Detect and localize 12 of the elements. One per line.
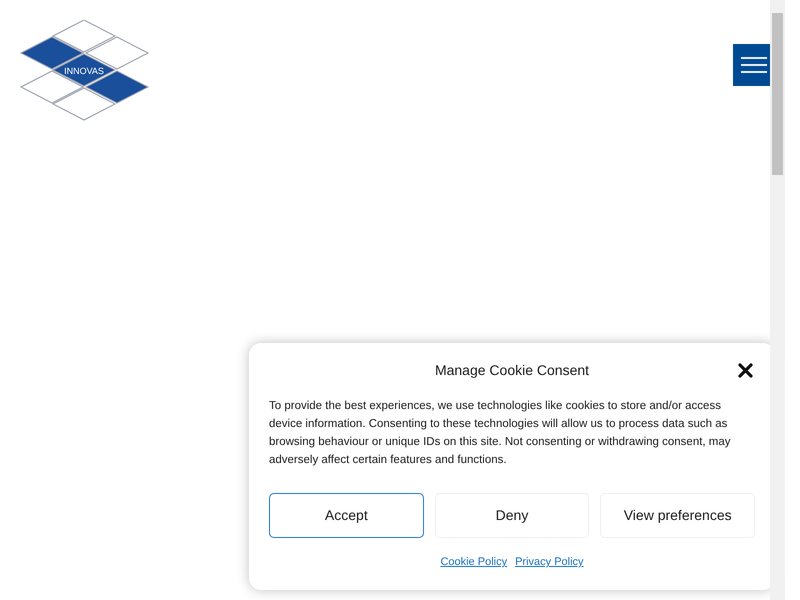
policy-link[interactable]: Cookie Policy <box>440 554 508 570</box>
policy-link[interactable]: Privacy Policy <box>515 554 584 570</box>
scrollbar[interactable] <box>770 0 785 600</box>
consent-button[interactable]: Deny <box>434 493 590 538</box>
consent-message: To provide the best experiences, we use technologies like cookies to store and/or access device information. Consenting to these technologies will allow us to process data such as browsing behaviour or unique IDs on this site. Not consenting or withdrawing consent, may adversely affect certain features and functions. <box>269 399 732 468</box>
scrollbar-thumb[interactable] <box>772 13 783 175</box>
logo-drawing: INNOVAS <box>20 20 150 121</box>
menu-icon <box>741 57 767 73</box>
consent-button[interactable]: View preferences <box>600 493 756 538</box>
accept-button[interactable]: Accept <box>269 493 424 538</box>
dialog-title: Manage Cookie Consent <box>434 360 590 380</box>
close-icon[interactable] <box>738 363 753 378</box>
